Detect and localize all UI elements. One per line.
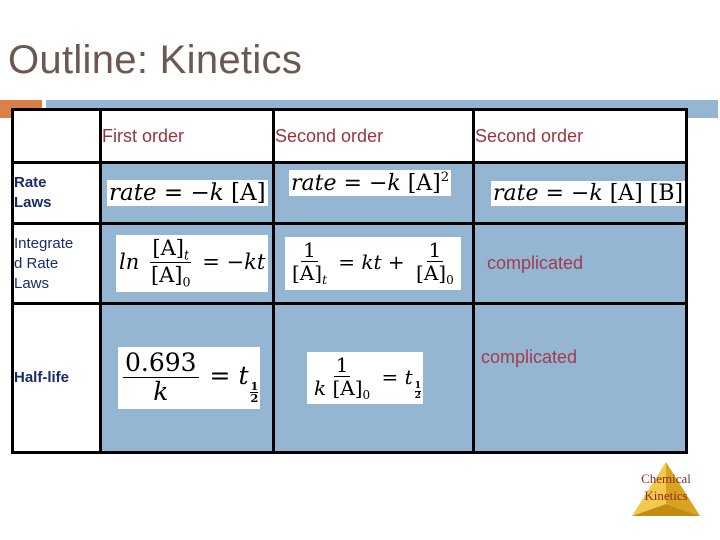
table-row-rate-laws: Rate Laws rate = −k [A] rate = −k [A]2 r… — [11, 161, 689, 225]
cell-integrated-second-order: 1 [A]t = kt + 1 [A]0 — [272, 222, 475, 305]
cell-rate-law-second-order-ab: rate = −k [A] [B] — [471, 161, 689, 225]
cell-half-life-first-order: 0.693 k = t12 — [99, 302, 275, 454]
table-header-row: First order Second order Second order — [11, 108, 689, 164]
logo-label: Chemical Kinetics — [641, 471, 691, 503]
cell-rate-law-second-order: rate = −k [A]2 — [272, 161, 475, 225]
formula-integrated-first-order: ln [A]t [A]0 = −kt — [116, 234, 269, 293]
cell-rate-law-first-order: rate = −k [A] — [99, 161, 275, 225]
formula-rate-law-second-order: rate = −k [A]2 — [289, 170, 452, 197]
cell-integrated-second-order-ab: complicated — [471, 222, 689, 305]
cell-integrated-first-order: ln [A]t [A]0 = −kt — [99, 222, 275, 305]
header-second-order: Second order — [272, 108, 475, 164]
cell-half-life-second-order: 1 k [A]0 = t12 — [272, 302, 475, 454]
header-first-order: First order — [99, 108, 275, 164]
kinetics-table: First order Second order Second order Ra… — [11, 108, 689, 454]
formula-half-life-second-order: 1 k [A]0 = t12 — [307, 351, 423, 405]
row-label-integrated-rate-laws: Integrate d Rate Laws — [11, 222, 102, 305]
formula-integrated-second-order: 1 [A]t = kt + 1 [A]0 — [285, 237, 461, 290]
formula-half-life-first-order: 0.693 k = t12 — [118, 347, 261, 409]
header-second-order-ab: Second order — [471, 108, 689, 164]
complicated-text: complicated — [487, 253, 584, 273]
table-row-half-life: Half-life 0.693 k = t12 1 k [A]0 = t12 c… — [11, 302, 689, 454]
header-empty-cell — [11, 108, 102, 164]
row-label-rate-laws: Rate Laws — [11, 161, 102, 225]
slide-title: Outline: Kinetics — [8, 38, 303, 82]
formula-rate-law-second-order-ab: rate = −k [A] [B] — [491, 180, 686, 206]
cell-half-life-second-order-ab: complicated — [471, 302, 689, 454]
formula-rate-law-first-order: rate = −k [A] — [107, 180, 268, 206]
complicated-text: complicated — [481, 347, 578, 367]
table-row-integrated-rate-laws: Integrate d Rate Laws ln [A]t [A]0 = −kt… — [11, 222, 689, 305]
row-label-half-life: Half-life — [11, 302, 102, 454]
